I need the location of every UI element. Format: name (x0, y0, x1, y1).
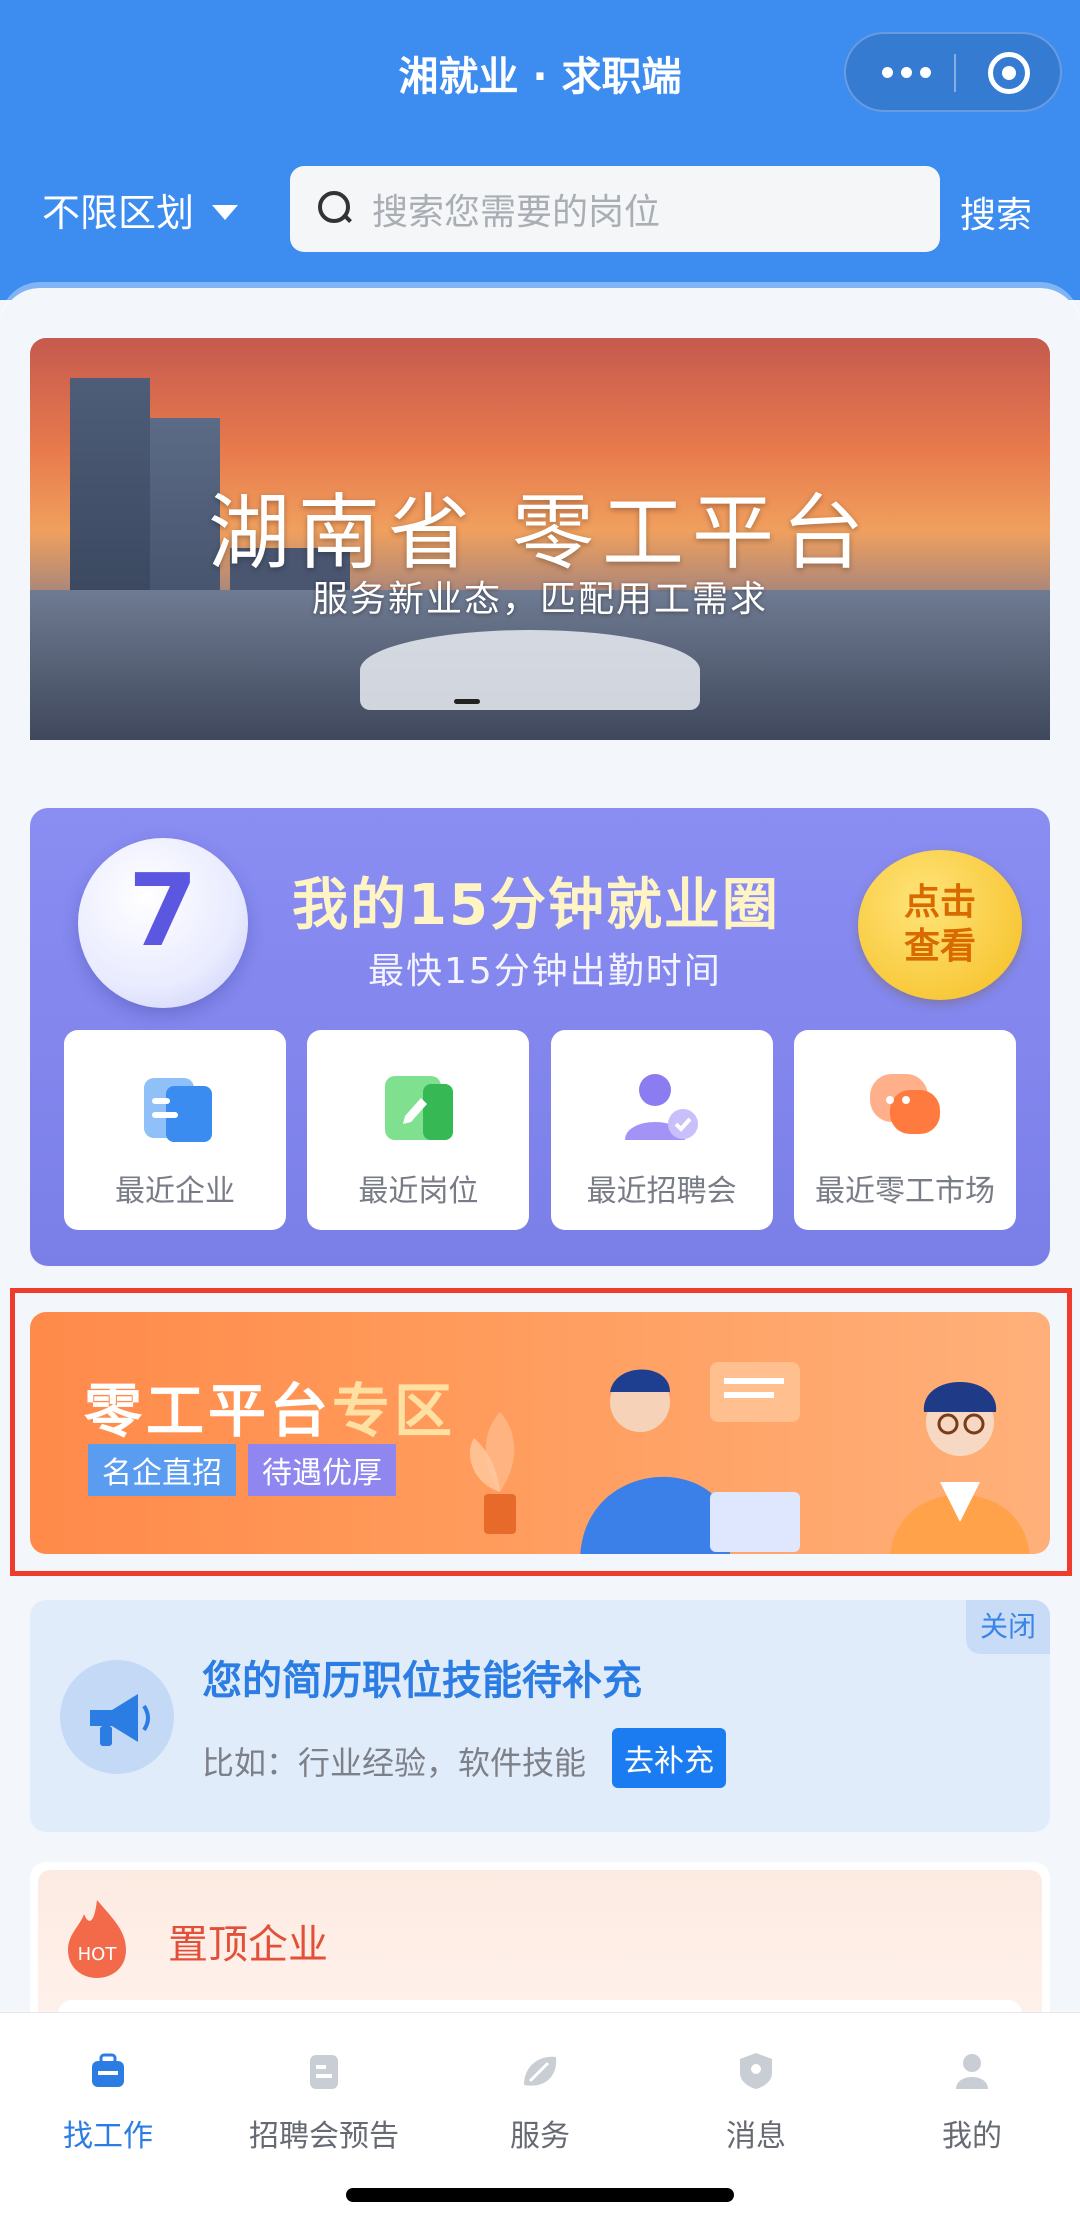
tab-profile[interactable]: 我的 (864, 2027, 1080, 2154)
shortcut-label: 最近招聘会 (586, 1174, 737, 1209)
capsule-divider (954, 54, 956, 92)
view-button[interactable]: 点击查看 (858, 850, 1022, 1000)
employment-circle-subtitle: 最快15分钟出勤时间 (368, 951, 722, 992)
more-menu-icon[interactable] (882, 34, 931, 110)
shortcut-label: 最近岗位 (358, 1174, 479, 1209)
company-icon (144, 1078, 212, 1142)
close-target-icon[interactable] (988, 52, 1030, 94)
shortcut-label: 最近企业 (115, 1174, 235, 1209)
shortcut-label: 最近零工市场 (814, 1174, 995, 1209)
briefcase-icon (92, 2053, 124, 2087)
tab-label: 服务 (510, 2119, 570, 2154)
carousel-indicator (454, 699, 480, 704)
shortcut-nearby-job-fairs[interactable]: 最近招聘会 (550, 1030, 773, 1230)
banner-title: 湖南省 零工平台 (207, 486, 873, 581)
header-curve (0, 288, 1080, 328)
user-icon (956, 2054, 988, 2089)
tab-find-job[interactable]: 找工作 (0, 2027, 216, 2154)
job-fair-person-icon (624, 1074, 698, 1140)
home-indicator (346, 2188, 734, 2202)
top-companies-title: 置顶企业 (168, 1922, 328, 1968)
hero-banner[interactable]: 湖南省 零工平台 服务新业态，匹配用工需求 (30, 338, 1050, 740)
shortcut-nearby-gig-markets[interactable]: 最近零工市场 (793, 1030, 1016, 1230)
search-placeholder: 搜索您需要的岗位 (372, 192, 661, 233)
plant-illustration (469, 1412, 516, 1534)
search-button[interactable]: 搜索 (960, 186, 1032, 238)
header-bar: 湘就业 · 求职端 不限区划 搜索您需要的岗位 搜索 (0, 0, 1080, 300)
promo-tag: 待遇优厚 (248, 1444, 396, 1496)
mini-program-capsule (844, 32, 1062, 112)
region-label: 不限区划 (42, 191, 195, 235)
tab-label: 消息 (726, 2119, 786, 2154)
job-edit-icon (385, 1076, 454, 1140)
shortcut-nearby-jobs[interactable]: 最近岗位 (307, 1030, 530, 1230)
worker-illustration (580, 1362, 800, 1554)
tab-label: 招聘会预告 (249, 2119, 399, 2154)
banner-subtitle: 服务新业态，匹配用工需求 (311, 579, 768, 620)
chevron-down-icon (212, 205, 239, 220)
tab-services[interactable]: 服务 (432, 2027, 648, 2154)
clock-icon: 7 (78, 838, 248, 1008)
tab-messages[interactable]: 消息 (648, 2027, 864, 2154)
promo-tag: 名企直招 (88, 1444, 236, 1496)
tab-job-fair-preview[interactable]: 招聘会预告 (216, 2027, 432, 2154)
employment-circle-card[interactable]: 7 我的15分钟就业圈 最快15分钟出勤时间 点击查看 最近企业 最近岗位 最近… (30, 808, 1050, 1266)
employment-circle-title: 我的15分钟就业圈 (292, 873, 780, 938)
complete-resume-button[interactable]: 去补充 (612, 1728, 726, 1788)
hot-fire-icon: HOT (68, 1900, 126, 1978)
shortcut-nearby-companies[interactable]: 最近企业 (64, 1030, 286, 1230)
gig-platform-zone-banner[interactable]: 零工平台专区 名企直招 待遇优厚 (30, 1312, 1050, 1554)
promo-title-highlight: 专区 (332, 1377, 457, 1445)
promo-title-main: 零工平台 (84, 1377, 333, 1445)
tab-label: 我的 (942, 2119, 1002, 2154)
search-icon (318, 191, 354, 227)
clock-number: 7 (128, 852, 198, 969)
close-button[interactable]: 关闭 (966, 1600, 1050, 1654)
service-leaf-icon (524, 2056, 557, 2086)
chat-bubble-icon (869, 1074, 940, 1134)
promo-tags: 名企直招 待遇优厚 (88, 1444, 396, 1496)
tab-label: 找工作 (63, 2119, 153, 2154)
view-button-label: 点击查看 (903, 882, 976, 967)
resume-notice-description: 比如：行业经验，软件技能 (202, 1744, 587, 1782)
region-dropdown[interactable]: 不限区划 (42, 182, 239, 237)
nearby-shortcuts: 最近企业 最近岗位 最近招聘会 最近零工市场 (64, 1030, 1016, 1230)
resume-notice-card: 关闭 您的简历职位技能待补充 比如：行业经验，软件技能 去补充 (30, 1600, 1050, 1832)
document-icon (310, 2055, 338, 2089)
recruiter-illustration (890, 1382, 1030, 1554)
promo-title: 零工平台专区 (84, 1364, 456, 1448)
shield-message-icon (740, 2053, 772, 2089)
banner-theater (360, 630, 700, 710)
search-input[interactable]: 搜索您需要的岗位 (290, 166, 940, 252)
hot-badge: HOT (78, 1944, 118, 1965)
megaphone-icon (60, 1660, 174, 1774)
resume-notice-title: 您的简历职位技能待补充 (202, 1658, 642, 1704)
